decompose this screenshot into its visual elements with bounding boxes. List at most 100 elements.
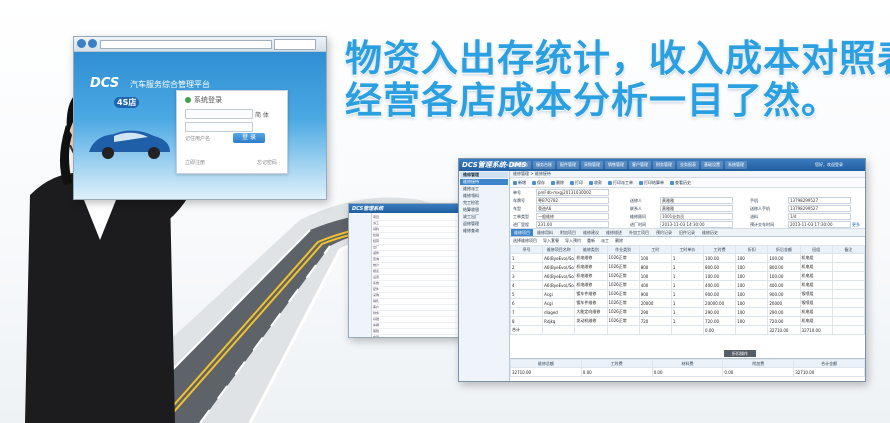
toolbar-button[interactable]: 删除 — [551, 180, 564, 186]
nav-item[interactable]: 服务台账 — [533, 161, 555, 169]
action-button[interactable]: 删除 — [615, 238, 623, 244]
browser-tab[interactable] — [274, 39, 316, 50]
sidebar-item[interactable]: 维修查询 — [460, 228, 508, 234]
sidebar-item[interactable]: 维修领料 — [460, 193, 508, 199]
list-item[interactable]: 会员 — [373, 335, 457, 337]
back-icon[interactable] — [77, 39, 86, 48]
sidebar-item[interactable]: 竣工出厂 — [460, 214, 508, 220]
tab[interactable]: 维修描述 — [603, 229, 625, 236]
column-header[interactable]: 工时费 — [703, 245, 737, 254]
vehicle-field[interactable]: 粤B7Q782 — [536, 197, 609, 204]
nav-item[interactable]: 业务报表 — [677, 161, 699, 169]
table-cell: 20000 — [638, 298, 672, 308]
cust-field[interactable]: 黄雅雅 — [660, 197, 733, 204]
table-row[interactable]: 4A6(ByeEvo)/Sogki A190机电维修1026正常4001400.… — [509, 280, 865, 290]
table-row[interactable]: 2A6(ByeEvo)/Sogki A190机电维修1026正常8001800.… — [509, 262, 865, 272]
summary-label: 工时费 — [580, 359, 653, 368]
tab[interactable]: 维修用料 — [534, 229, 556, 236]
tab[interactable]: 旧件记录 — [676, 229, 698, 236]
forgot-link[interactable]: 忘记密码 — [257, 159, 277, 166]
column-header[interactable]: 备注 — [831, 245, 865, 254]
summary-label: 合计金额 — [793, 359, 865, 368]
tab[interactable]: 维修历史 — [699, 229, 721, 236]
sidebar-item[interactable]: 维修派工 — [460, 186, 508, 192]
toolbar-button[interactable]: 查看历史 — [670, 180, 691, 186]
nav-item[interactable]: 系统管理 — [725, 161, 747, 169]
nav-item[interactable]: 维修业务 — [509, 161, 531, 169]
phone2-field[interactable]: 13798299527 — [788, 205, 851, 212]
sidebar-item[interactable]: 完工检验 — [460, 200, 508, 206]
table-row[interactable]: 1A6(ByeEvo)/Sogki A190机电维修1026正常1001100.… — [509, 253, 865, 263]
column-header[interactable]: 折扣 — [735, 245, 769, 254]
action-button[interactable]: 导入套餐 — [543, 238, 559, 244]
table-cell: 大能定向维修 — [574, 307, 608, 317]
toolbar-button[interactable]: 打印结算单 — [639, 180, 664, 186]
out-time-field[interactable]: 2013-11-03 17:30:00 — [788, 221, 851, 228]
table-cell: 20000.00 — [703, 298, 737, 308]
tab[interactable]: 附加项目 — [557, 229, 579, 236]
action-button[interactable]: 重新 — [587, 238, 595, 244]
language-select[interactable]: 简 体 — [255, 110, 269, 119]
nav-item[interactable]: 销售管理 — [605, 161, 627, 169]
tab[interactable]: 外加工项目 — [626, 229, 652, 236]
contact-field[interactable]: 黄雅雅 — [660, 205, 733, 212]
toolbar-button[interactable]: 新增 — [513, 180, 526, 186]
more-link[interactable]: 更多 — [852, 222, 860, 228]
action-button[interactable]: 派工 — [601, 238, 609, 244]
remember-checkbox[interactable]: 记住用户名 — [185, 135, 210, 142]
action-button[interactable]: 选择维修项目 — [513, 238, 537, 244]
nav-item[interactable]: 采购管理 — [581, 161, 603, 169]
column-header[interactable]: 工时 — [638, 245, 672, 254]
column-header[interactable]: 班组 — [799, 245, 833, 254]
nav-item[interactable]: 客户管理 — [629, 161, 651, 169]
toolbar-button[interactable]: 打印 — [570, 180, 583, 186]
tab[interactable]: 维修项目 — [511, 229, 533, 236]
table-cell: 20000 — [767, 298, 801, 308]
table-row[interactable]: 3A6(ByeEvo)/Sogki A190机电维修1026正常1001100.… — [509, 271, 865, 281]
sidebar-item[interactable]: 返修管理 — [460, 221, 508, 227]
brand-field[interactable]: 奥迪A6 — [536, 205, 609, 212]
tab[interactable]: 预约记录 — [653, 229, 675, 236]
type-select[interactable]: 一般维修 — [536, 213, 609, 220]
column-header[interactable]: 折后金额 — [767, 245, 801, 254]
summary-label: 附加费 — [722, 359, 795, 368]
summary-label: 维修总额 — [510, 359, 582, 368]
order-field[interactable]: pmFdb-mxgj20131030002 — [536, 189, 609, 196]
sidebar-item[interactable]: 结算收银 — [460, 207, 508, 213]
service-select[interactable]: 1001业务员 — [660, 213, 733, 220]
sidebar-item[interactable]: 维修管理 — [460, 172, 508, 178]
nav-item[interactable]: 配件管理 — [557, 161, 579, 169]
column-header[interactable]: 作业类别 — [606, 245, 640, 254]
table-cell: 100 — [735, 253, 769, 263]
action-button[interactable]: 导入预约 — [565, 238, 581, 244]
forward-icon[interactable] — [88, 39, 97, 48]
fuel-select[interactable]: 1/4 — [788, 213, 851, 220]
table-row[interactable]: 5 Acgi 镀车件维修 1026正常 900 1 900.00 100 900.00 钣喷组 — [509, 289, 865, 299]
mileage-field[interactable]: 231.00 — [536, 221, 609, 228]
password-input[interactable] — [185, 122, 253, 132]
table-cell: 机电组 — [799, 280, 833, 290]
sidebar-item[interactable]: 维修接待 — [460, 179, 508, 185]
column-header[interactable]: 维修项目名称 — [542, 245, 576, 254]
column-header[interactable]: 序号 — [509, 245, 544, 254]
register-link[interactable]: 立即注册 — [185, 159, 205, 166]
address-bar[interactable] — [100, 40, 272, 49]
toolbar-button[interactable]: 保存 — [532, 180, 545, 186]
table-row[interactable]: 8 Rdjkq 发动机维修 1026正常 720 1 720.00 100 720.00 机电组 — [509, 316, 865, 326]
summary-footer: 折扣操作 维修总额 工时费 材料费 附加费 合计金额 32710.00 0.00 0.00 0… — [510, 350, 865, 381]
nav-item[interactable]: 基础设置 — [701, 161, 723, 169]
tab[interactable]: 维修建议 — [580, 229, 602, 236]
discount-button[interactable]: 折扣操作 — [724, 350, 756, 357]
in-time-field[interactable]: 2013-11-03 14:30:00 — [660, 221, 733, 228]
login-button[interactable]: 登 录 — [233, 133, 265, 143]
table-row[interactable]: 7 diaged 大能定向维修 1026正常 290 1 290.00 100 290.00 机电… — [509, 307, 865, 317]
column-header[interactable]: 维修类别 — [574, 245, 608, 254]
phone-field[interactable]: 13798299527 — [788, 197, 851, 204]
column-header[interactable]: 工时单价 — [670, 245, 705, 254]
table-cell: 5 — [509, 289, 544, 299]
toolbar-button[interactable]: 收款 — [589, 180, 602, 186]
username-input[interactable] — [185, 109, 253, 119]
nav-item[interactable]: 财务管理 — [653, 161, 675, 169]
toolbar-button[interactable]: 打印派工单 — [608, 180, 633, 186]
table-row[interactable]: 6 Acgi 镀车件维修 1026正常 20000 1 20000.00 100 20000 钣喷… — [509, 298, 865, 308]
